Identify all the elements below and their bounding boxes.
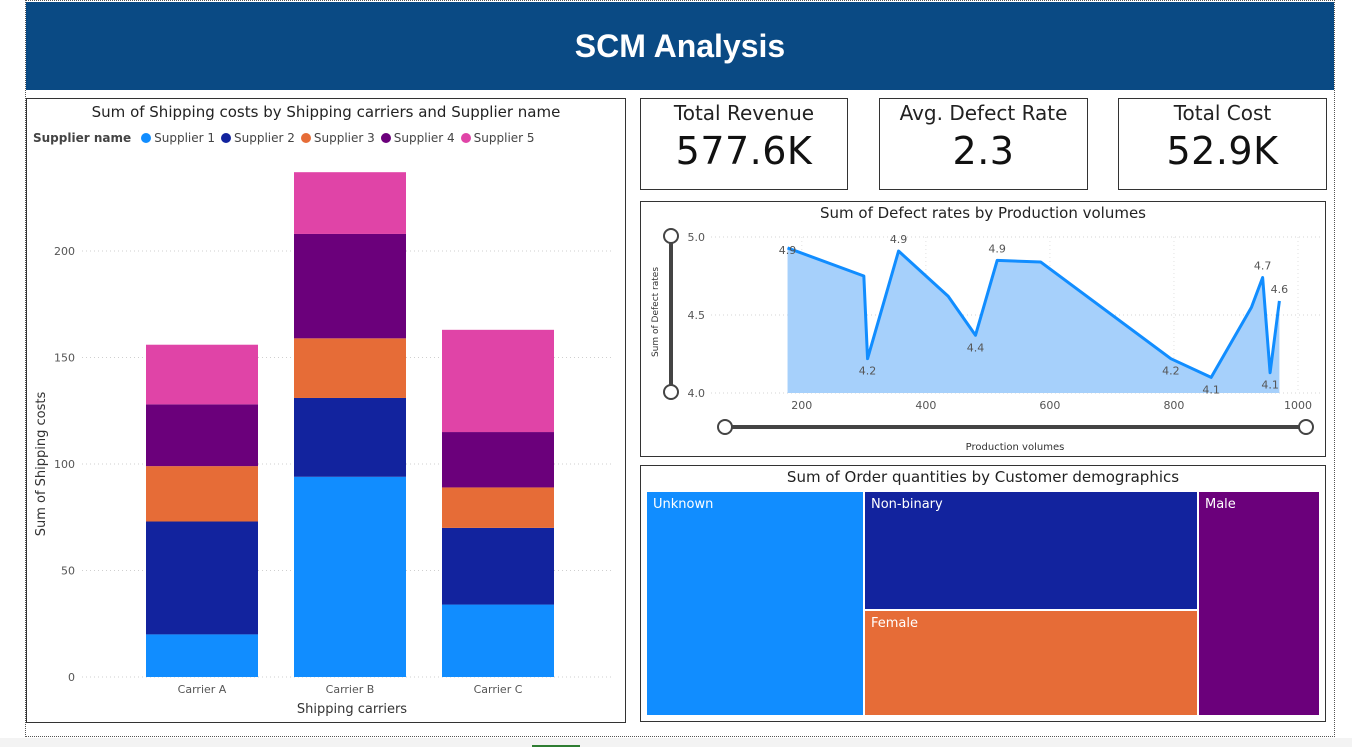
order-quantities-chart-panel[interactable]: Sum of Order quantities by Customer demo… xyxy=(640,465,1326,722)
data-label: 4.9 xyxy=(988,242,1006,255)
kpi-value: 52.9K xyxy=(1166,129,1279,173)
y-tick-label: 150 xyxy=(54,352,75,365)
y-tick-label: 4.5 xyxy=(688,309,706,322)
kpi-value: 577.6K xyxy=(675,129,813,173)
kpi-value: 2.3 xyxy=(952,129,1015,173)
treemap-cell-female[interactable]: Female xyxy=(864,610,1198,716)
data-label: 4.7 xyxy=(1254,260,1272,273)
stacked-bar-chart: 0 50 100 150 200 Carrier A Carrier B Carrier C S… xyxy=(34,172,612,717)
kpi-label: Avg. Defect Rate xyxy=(899,101,1068,125)
page-tab-strip xyxy=(0,738,1352,747)
x-tick-label: Carrier C xyxy=(474,683,523,696)
x-axis-title: Shipping carriers xyxy=(297,702,407,717)
x-range-slider-handle-right xyxy=(1298,419,1314,435)
x-tick-label: Carrier A xyxy=(178,683,227,696)
treemap-label: Male xyxy=(1205,497,1236,512)
data-label: 4.9 xyxy=(779,244,797,257)
report-title: SCM Analysis xyxy=(574,27,786,64)
treemap-cell-unknown[interactable]: Unknown xyxy=(646,491,864,716)
data-label: 4.2 xyxy=(1162,365,1180,378)
treemap-label: Non-binary xyxy=(871,497,943,512)
data-label: 4.9 xyxy=(890,233,908,246)
kpi-card-avg-defect-rate[interactable]: Avg. Defect Rate 2.3 xyxy=(879,98,1088,190)
bar-segment-5 xyxy=(294,172,406,234)
bar-segment-3 xyxy=(442,487,554,528)
kpi-label: Total Revenue xyxy=(673,101,815,125)
kpi-card-total-cost[interactable]: Total Cost 52.9K xyxy=(1118,98,1327,190)
y-axis-title: Sum of Defect rates xyxy=(651,267,661,357)
y-tick-label: 50 xyxy=(61,565,75,578)
y-tick-label: 0 xyxy=(68,671,75,684)
bar-segment-4 xyxy=(294,233,406,339)
x-range-slider-handle-left xyxy=(717,419,733,435)
y-tick-label: 100 xyxy=(54,458,75,471)
treemap-cell-non-binary[interactable]: Non-binary xyxy=(864,491,1198,610)
treemap-label: Female xyxy=(871,616,919,631)
data-label: 4.6 xyxy=(1271,283,1289,296)
customer-demographics-treemap: Unknown Non-binary Female Male xyxy=(646,491,1320,716)
y-tick-label: 4.0 xyxy=(688,387,706,400)
x-tick-label: 400 xyxy=(915,399,936,412)
bar-segment-1 xyxy=(294,476,406,677)
bar-segment-3 xyxy=(146,466,258,522)
bar-segment-2 xyxy=(146,521,258,635)
defect-rates-chart-panel[interactable]: Sum of Defect rates by Production volume… xyxy=(640,201,1326,457)
kpi-label: Total Cost xyxy=(1173,101,1272,125)
bar-segment-4 xyxy=(146,404,258,467)
bar-segment-2 xyxy=(442,527,554,605)
data-label: 4.2 xyxy=(859,365,877,378)
shipping-costs-chart-panel[interactable]: Sum of Shipping costs by Shipping carrie… xyxy=(26,98,626,723)
data-label: 4.1 xyxy=(1261,379,1279,392)
bar-segment-1 xyxy=(442,604,554,677)
data-label: 4.4 xyxy=(967,341,985,354)
x-tick-label: 1000 xyxy=(1284,399,1312,412)
y-range-slider-handle-top xyxy=(663,228,679,244)
x-tick-label: 800 xyxy=(1163,399,1184,412)
bar-segment-1 xyxy=(146,634,258,677)
treemap-label: Unknown xyxy=(653,497,714,512)
y-range-slider-handle-bottom xyxy=(663,384,679,400)
bar-segment-5 xyxy=(146,344,258,405)
y-axis-title: Sum of Shipping costs xyxy=(34,392,49,537)
x-axis-title: Production volumes xyxy=(966,442,1065,453)
bar-segment-4 xyxy=(442,432,554,488)
treemap-cell-male[interactable]: Male xyxy=(1198,491,1320,716)
y-tick-label: 5.0 xyxy=(688,231,706,244)
bar-segment-5 xyxy=(442,329,554,433)
defect-rate-area-chart: 4.0 4.5 5.0 200 400 600 800 1000 4.9 4.2 4.9 4.4 4.9… xyxy=(651,228,1321,453)
y-tick-label: 200 xyxy=(54,245,75,258)
bar-segment-2 xyxy=(294,397,406,477)
x-tick-label: 600 xyxy=(1039,399,1060,412)
bar-segment-3 xyxy=(294,338,406,398)
x-tick-label: 200 xyxy=(791,399,812,412)
chart-title: Sum of Order quantities by Customer demo… xyxy=(786,468,1180,486)
report-header: SCM Analysis xyxy=(26,2,1334,90)
kpi-card-total-revenue[interactable]: Total Revenue 577.6K xyxy=(640,98,848,190)
x-tick-label: Carrier B xyxy=(326,683,375,696)
data-label: 4.1 xyxy=(1202,383,1220,396)
